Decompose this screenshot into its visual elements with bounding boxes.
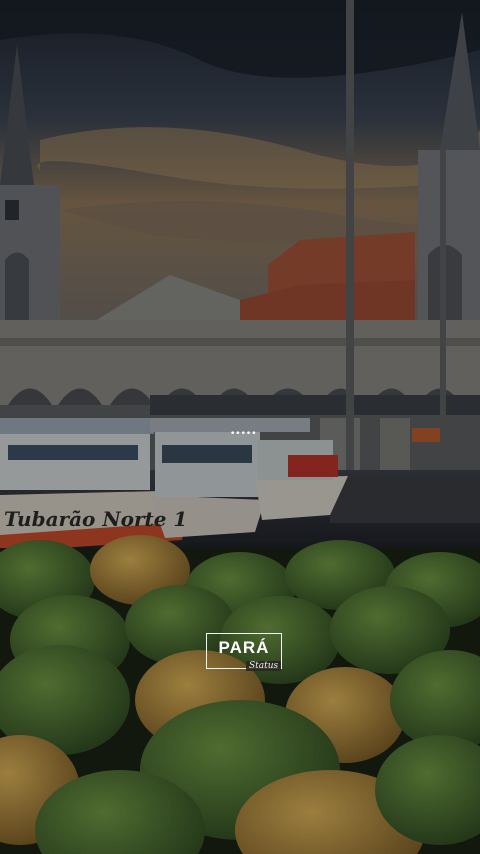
story-progress-dots: ••••• — [230, 429, 257, 439]
logo-title: PARÁ — [218, 638, 270, 657]
utility-pole — [440, 150, 446, 475]
quay-wall — [330, 478, 480, 523]
para-status-logo: PARÁ Status — [206, 633, 282, 675]
boat-name-text: Tubarão Norte 1 — [4, 507, 187, 531]
harbor-market-photo: Tubarão Norte 1 — [0, 0, 480, 854]
photo-frame: Tubarão Norte 1 ••••• PARÁ Status — [0, 0, 480, 854]
fruit-pile — [0, 535, 480, 854]
logo-subtitle: Status — [246, 661, 282, 671]
light-pole — [346, 0, 354, 475]
